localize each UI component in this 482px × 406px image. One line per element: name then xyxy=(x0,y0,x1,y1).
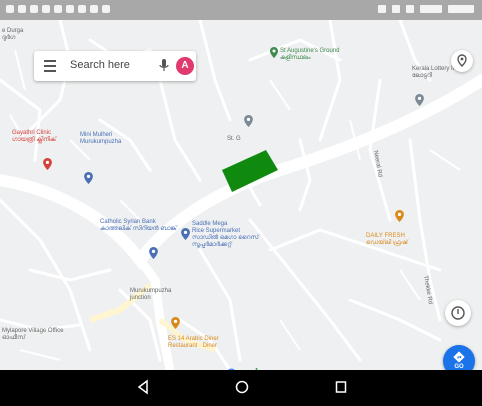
notification-icon xyxy=(6,5,14,13)
go-button[interactable]: GO xyxy=(443,345,475,370)
system-icons xyxy=(378,5,474,13)
place-sub: Restaurant · Diner xyxy=(168,343,218,349)
place-name: Catholic Syrian Bank xyxy=(100,219,156,225)
park-pin-icon[interactable] xyxy=(270,47,278,58)
place-label[interactable]: St. G xyxy=(227,136,241,143)
place-name: Murukumpuzha xyxy=(130,288,172,294)
avatar[interactable]: A xyxy=(176,57,194,75)
place-sub: കാത്തലിക് സിറിയൻ ബാങ്ക് xyxy=(100,226,177,232)
notification-icon xyxy=(30,5,38,13)
recents-icon[interactable] xyxy=(334,379,348,395)
supermarket-pin-icon[interactable] xyxy=(181,228,190,240)
my-location-button[interactable] xyxy=(445,300,471,326)
notification-icon xyxy=(90,5,98,13)
mic-icon[interactable] xyxy=(158,59,170,73)
place-name: Saddle Mega xyxy=(192,221,228,227)
clinic-pin-icon[interactable] xyxy=(43,158,52,170)
place-name: e Durga xyxy=(2,28,24,34)
directions-icon xyxy=(453,351,465,363)
notification-icons xyxy=(6,5,110,13)
place-label[interactable]: Mini Mulheri Murukumpuzha xyxy=(80,132,121,146)
place-label[interactable]: Mylapore Village Office ഓഫീസ് xyxy=(2,328,63,342)
notification-icon xyxy=(18,5,26,13)
place-label[interactable]: DAILY FRESH ഡെയ്‌ലി ഫ്രഷ് xyxy=(366,233,408,247)
search-input[interactable]: Search here xyxy=(70,59,130,71)
place-pin-icon[interactable] xyxy=(415,94,424,106)
place-name: Rice Supermarket xyxy=(192,228,241,234)
place-name: St. G xyxy=(227,136,241,142)
place-name: ES 14 Arabic Diner xyxy=(168,336,219,342)
restaurant-pin-icon[interactable] xyxy=(171,317,180,329)
location-pin-icon xyxy=(457,54,467,67)
place-label[interactable]: Gayathri Clinic ഗായത്രി ക്ലിനിക് xyxy=(12,130,56,144)
wifi-icon xyxy=(392,5,400,13)
place-sub: Murukumpuzha xyxy=(80,139,122,145)
bluetooth-icon xyxy=(378,5,386,13)
compass-icon xyxy=(451,306,465,320)
layers-button[interactable] xyxy=(451,50,473,72)
battery-icon xyxy=(420,5,442,13)
back-icon[interactable] xyxy=(136,379,150,395)
place-sub: ഡെയ്‌ലി ഫ്രഷ് xyxy=(366,240,408,246)
place-label[interactable]: Murukumpuzha junction xyxy=(130,288,171,302)
place-label[interactable]: St Augustine's Ground കളിസ്ഥലം xyxy=(280,48,340,62)
notification-icon xyxy=(66,5,74,13)
place-sub: സാഡിൽ മെഗാ റൈസ് xyxy=(192,235,259,241)
place-name: St Augustine's Ground xyxy=(280,48,340,54)
navigation-bar xyxy=(0,370,482,406)
place-sub: ദുർഗ xyxy=(2,35,16,41)
notification-icon xyxy=(42,5,50,13)
place-sub: ഓഫീസ് xyxy=(2,335,26,341)
place-label[interactable]: Saddle Mega Rice Supermarket സാഡിൽ മെഗാ റൈ… xyxy=(192,221,259,249)
place-pin-icon[interactable] xyxy=(244,115,253,127)
place-sub: ലോട്ടറി xyxy=(412,73,432,79)
notification-icon xyxy=(102,5,110,13)
place-sub: junction xyxy=(130,295,151,301)
place-sub: ഗായത്രി ക്ലിനിക് xyxy=(12,137,57,143)
signal-icon xyxy=(406,5,414,13)
place-label[interactable]: ES 14 Arabic Diner Restaurant · Diner xyxy=(168,336,219,350)
place-name: DAILY FRESH xyxy=(366,233,405,239)
store-pin-icon[interactable] xyxy=(395,210,404,222)
shop-pin-icon[interactable] xyxy=(84,172,93,184)
menu-icon[interactable] xyxy=(44,60,56,72)
notification-icon xyxy=(54,5,62,13)
place-label[interactable]: Catholic Syrian Bank കാത്തലിക് സിറിയൻ ബാങ… xyxy=(100,219,177,233)
clock xyxy=(448,5,474,13)
home-icon[interactable] xyxy=(234,379,250,395)
status-bar xyxy=(0,0,482,20)
search-box[interactable]: Search here A xyxy=(34,51,196,81)
place-sub: സൂപ്പർമാർക്കറ്റ് xyxy=(192,242,232,248)
place-name: Mylapore Village Office xyxy=(2,328,64,334)
place-sub: കളിസ്ഥലം xyxy=(280,55,311,61)
place-label[interactable]: e Durga ദുർഗ xyxy=(2,28,23,42)
place-name: Mini Mulheri xyxy=(80,132,113,138)
bank-pin-icon[interactable] xyxy=(149,247,158,259)
notification-icon xyxy=(78,5,86,13)
map-view[interactable]: St Augustine's Ground കളിസ്ഥലം Kerala Lot… xyxy=(0,20,482,370)
place-name: Gayathri Clinic xyxy=(12,130,52,136)
